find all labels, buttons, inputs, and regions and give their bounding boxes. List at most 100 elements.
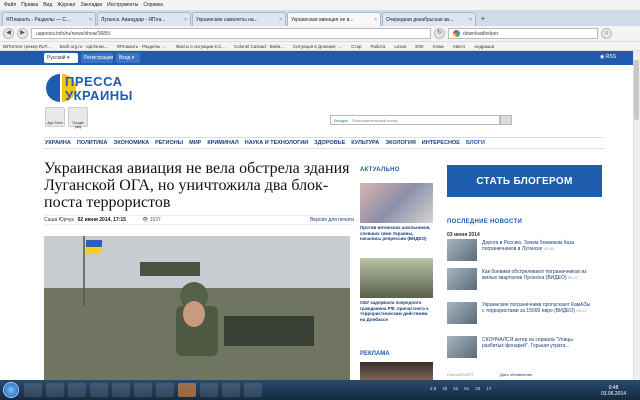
menu-file[interactable]: Файл (4, 2, 16, 8)
news-item[interactable]: Украинские пограничники пропускают КамАЗ… (482, 302, 592, 314)
bookmark-item[interactable]: Colonel Cassad - Войн... (234, 44, 284, 49)
reklama-heading: РЕКЛАМА (360, 351, 390, 357)
ad-provider-label[interactable]: DirectADVERT (447, 372, 474, 377)
news-thumb[interactable] (447, 268, 477, 290)
bookmark-item[interactable]: bash.org.ru - Цитатни... (60, 44, 108, 49)
nav-interesting[interactable]: ИНТЕРЕСНОЕ (422, 140, 460, 146)
tab-4-active[interactable]: Украинская авиация не в... × (287, 12, 381, 26)
app-store-button[interactable]: App Store (45, 107, 65, 127)
reload-icon[interactable]: ↻ (434, 28, 445, 39)
menu-help[interactable]: Справка (143, 2, 163, 8)
tray-item[interactable]: 2.8 (430, 386, 436, 391)
bookmark-item[interactable]: Хлам (432, 44, 443, 49)
bookmark-item[interactable]: ЯПлакалъ - Разделы -... (116, 44, 166, 49)
bookmark-item[interactable]: BitTorrent трекер RuT... (3, 44, 51, 49)
register-button[interactable]: Регистрация (81, 53, 113, 63)
menu-history[interactable]: Журнал (57, 2, 75, 8)
menu-view[interactable]: Вид (43, 2, 52, 8)
aktualno-image-1[interactable] (360, 183, 433, 223)
explorer-icon[interactable] (24, 383, 42, 397)
aktualno-image-2[interactable] (360, 258, 433, 298)
bookmark-item[interactable]: Ситуация в Донецке -... (293, 44, 342, 49)
taskbar-clock[interactable]: 0:48 03.06.2014 (601, 385, 626, 397)
forward-icon[interactable]: ▶ (17, 28, 28, 39)
close-icon[interactable]: × (279, 17, 282, 23)
app-icon[interactable] (68, 383, 86, 397)
app-icon[interactable] (200, 383, 218, 397)
nav-blogs[interactable]: БЛОГИ (466, 140, 485, 146)
menu-tools[interactable]: Инструменты (107, 2, 138, 8)
firefox-icon[interactable] (178, 383, 196, 397)
bookmark-item[interactable]: Lexus (394, 44, 406, 49)
google-play-button[interactable]: Google play (68, 107, 88, 129)
scrollbar-thumb[interactable] (634, 60, 639, 120)
bookmark-item[interactable]: Стар (351, 44, 361, 49)
search-button[interactable] (500, 115, 512, 125)
bookmark-item[interactable]: Работа (371, 44, 386, 49)
news-item[interactable]: СКОНЧАЛСЯ актер из сериала "Улицы разбит… (482, 337, 592, 349)
nav-ukraine[interactable]: УКРАИНА (45, 140, 71, 146)
become-blogger-banner[interactable]: СТАТЬ БЛОГЕРОМ (447, 165, 602, 197)
eye-icon: 👁 (141, 217, 149, 223)
author-name[interactable]: Саша Юрчук (44, 217, 74, 223)
bookmark-item[interactable]: Андрюша (474, 44, 494, 49)
rss-link[interactable]: ◉ RSS (600, 54, 616, 60)
tray-item[interactable]: 61 (464, 386, 469, 391)
news-thumb[interactable] (447, 302, 477, 324)
bookmark-item[interactable]: Факты о ситуации в С... (176, 44, 225, 49)
nav-regions[interactable]: РЕГИОНЫ (155, 140, 183, 146)
place-ad-link[interactable]: Дать объявление (500, 372, 532, 377)
tab-1[interactable]: ЯПлакалъ - Разделы — С... × (2, 12, 96, 26)
tray-item[interactable]: 52 (453, 386, 458, 391)
site-search-input[interactable]: Google Пользовательский поиск (330, 115, 500, 125)
app-icon[interactable] (134, 383, 152, 397)
nav-health[interactable]: ЗДОРОВЬЕ (314, 140, 345, 146)
bookmark-item[interactable]: E90 (415, 44, 423, 49)
close-icon[interactable]: × (89, 17, 92, 23)
app-icon[interactable] (156, 383, 174, 397)
nav-science[interactable]: НАУКА И ТЕХНОЛОГИИ (245, 140, 308, 146)
app-icon[interactable] (222, 383, 240, 397)
nav-culture[interactable]: КУЛЬТУРА (351, 140, 379, 146)
article-photo-art (44, 236, 350, 380)
menu-edit[interactable]: Правка (21, 2, 38, 8)
media-player-icon[interactable] (46, 383, 64, 397)
ad-image[interactable] (360, 362, 433, 380)
tray-item[interactable]: 45 (442, 386, 447, 391)
start-button[interactable] (3, 382, 19, 398)
navigation-bar: ◀ ▶ uapressi.info/ru/news/show/3685/ ↻ d… (0, 26, 640, 42)
url-field[interactable]: uapressi.info/ru/news/show/3685/ (31, 28, 431, 39)
search-field[interactable]: downloadhelper (448, 28, 598, 39)
news-thumb[interactable] (447, 336, 477, 358)
news-item[interactable]: Как боевики обстреливают пограничников и… (482, 269, 592, 281)
nav-politics[interactable]: ПОЛИТИКА (77, 140, 108, 146)
app-icon[interactable] (244, 383, 262, 397)
print-version-link[interactable]: Версия для печати (310, 217, 354, 223)
news-item[interactable]: Дорога в Россию. Зачем боевикам база пог… (482, 240, 592, 252)
menu-bookmarks[interactable]: Закладки (80, 2, 102, 8)
tab-5[interactable]: Очередная декабрьская зв... × (382, 12, 476, 26)
close-icon[interactable]: × (469, 17, 472, 23)
tray-item[interactable]: 34 (475, 386, 480, 391)
bookmark-item[interactable]: Авито (453, 44, 465, 49)
news-thumb[interactable] (447, 239, 477, 261)
new-tab-icon[interactable]: + (477, 14, 489, 26)
tray-item[interactable]: 17 (486, 386, 491, 391)
close-icon[interactable]: × (374, 17, 377, 23)
aktualno-link-1[interactable]: Против вятинских школьников, спевших гим… (360, 225, 433, 242)
app-icon[interactable] (112, 383, 130, 397)
home-icon[interactable]: ⌂ (601, 28, 612, 39)
nav-ecology[interactable]: ЭКОЛОГИЯ (385, 140, 416, 146)
nav-crime[interactable]: КРИМИНАЛ (207, 140, 238, 146)
login-button[interactable]: Вход ▾ (116, 53, 140, 63)
nav-economy[interactable]: ЭКОНОМИКА (113, 140, 149, 146)
language-select[interactable]: Русский ▾ (44, 53, 78, 63)
back-icon[interactable]: ◀ (3, 28, 14, 39)
close-icon[interactable]: × (184, 17, 187, 23)
tab-3[interactable]: Украинские самолеты на... × (192, 12, 286, 26)
bookmarks-bar: BitTorrent трекер RuT... bash.org.ru - Ц… (0, 42, 640, 51)
app-icon[interactable] (90, 383, 108, 397)
aktualno-link-2[interactable]: СБУ задержала очередного гражданина РФ, … (360, 300, 433, 322)
nav-world[interactable]: МИР (189, 140, 201, 146)
tab-2[interactable]: Луганск. Авиаудар - ЯПла... × (97, 12, 191, 26)
